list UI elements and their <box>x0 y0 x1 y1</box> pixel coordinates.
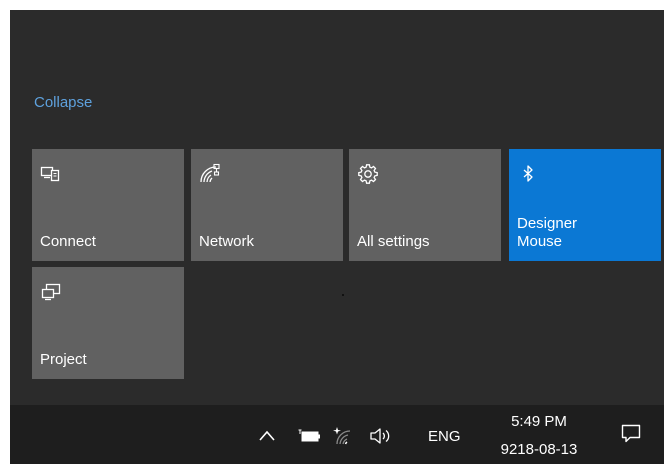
wifi-icon[interactable] <box>333 425 357 447</box>
network-tile-label: Network <box>199 233 255 250</box>
bluetooth-tile-label: Designer Mouse <box>517 215 578 250</box>
bluetooth-tile[interactable]: Designer Mouse <box>509 149 661 261</box>
screen: Collapse Connect Network All settings De… <box>10 10 664 464</box>
network-tile[interactable]: Network <box>191 149 343 261</box>
all-settings-tile[interactable]: All settings <box>349 149 501 261</box>
clock-time: 5:49 PM <box>511 413 567 430</box>
action-center-button[interactable] <box>598 405 664 464</box>
gear-icon <box>358 164 378 184</box>
connect-tile[interactable]: Connect <box>32 149 184 261</box>
action-center-panel: Collapse Connect Network All settings De… <box>10 10 664 405</box>
connect-icon <box>40 166 60 182</box>
all-settings-tile-label: All settings <box>357 233 430 250</box>
bluetooth-icon <box>523 165 533 182</box>
project-icon <box>41 283 61 301</box>
clock[interactable]: 5:49 PM 9218-08-13 <box>480 411 598 461</box>
project-tile[interactable]: Project <box>32 267 184 379</box>
clock-date: 9218-08-13 <box>500 441 578 458</box>
volume-icon[interactable] <box>368 425 394 447</box>
action-center-icon <box>621 424 641 443</box>
connect-tile-label: Connect <box>40 233 96 250</box>
battery-icon[interactable] <box>298 425 322 447</box>
language-indicator[interactable]: ENG <box>428 428 461 445</box>
collapse-link[interactable]: Collapse <box>34 94 92 111</box>
network-icon <box>200 163 220 183</box>
taskbar: ENG 5:49 PM 9218-08-13 <box>10 405 664 464</box>
chevron-up-icon[interactable] <box>257 425 277 447</box>
project-tile-label: Project <box>40 351 87 368</box>
cursor-dot <box>342 294 344 296</box>
